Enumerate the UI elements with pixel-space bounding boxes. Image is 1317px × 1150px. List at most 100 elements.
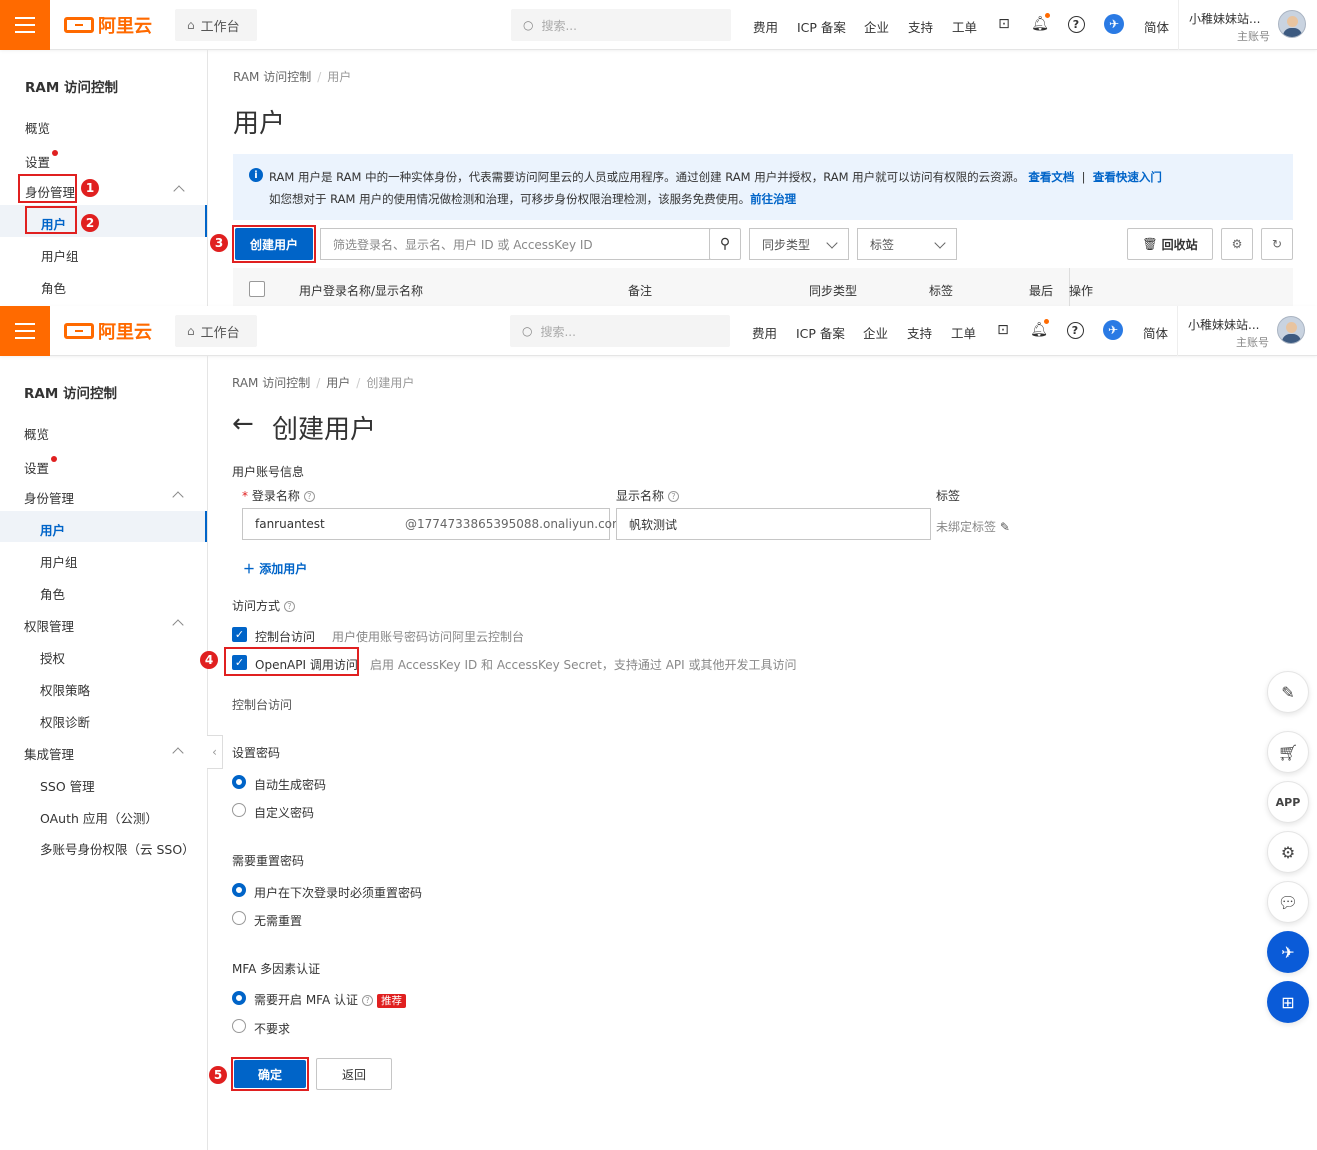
password-auto-label[interactable]: 自动生成密码	[254, 776, 326, 793]
menu-icon[interactable]	[0, 0, 50, 50]
breadcrumb-item[interactable]: RAM 访问控制	[233, 70, 311, 84]
sidebar-item-integration[interactable]: 集成管理	[24, 744, 74, 763]
sidebar-item-overview[interactable]: 概览	[25, 118, 50, 137]
plane-icon[interactable]: ✈	[1103, 320, 1123, 340]
nav-icp[interactable]: ICP 备案	[796, 323, 845, 342]
menu-icon[interactable]	[0, 306, 50, 356]
app-icon[interactable]: APP	[1267, 781, 1309, 823]
sidebar-item-roles[interactable]: 角色	[41, 278, 66, 297]
password-custom-label[interactable]: 自定义密码	[254, 804, 314, 821]
sync-type-select[interactable]: 同步类型	[749, 228, 849, 260]
mfa-yes-radio[interactable]	[232, 991, 246, 1005]
help-icon[interactable]: ?	[284, 601, 296, 612]
gear-icon[interactable]: ⚙	[1267, 831, 1309, 873]
select-all-checkbox[interactable]	[249, 281, 265, 297]
login-name-input[interactable]: fanruantest @1774733865395088.onaliyun.c…	[242, 508, 624, 540]
recycle-bin-button[interactable]: 🗑︎ 回收站	[1127, 228, 1213, 260]
back-button[interactable]: 返回	[316, 1058, 392, 1090]
help-icon[interactable]: ?	[668, 491, 680, 502]
user-menu[interactable]: 小稚妹妹站... 主账号	[1177, 306, 1316, 356]
search-icon: ○	[523, 18, 534, 32]
reset-no-radio[interactable]	[232, 911, 246, 925]
workbench-button[interactable]: ⌂ 工作台	[175, 315, 257, 347]
annotation-box-2	[25, 206, 77, 234]
aliyun-logo[interactable]: 阿里云	[64, 14, 152, 37]
chat-icon[interactable]: 💬︎	[1267, 881, 1309, 923]
password-auto-radio[interactable]	[232, 775, 246, 789]
sidebar-item-diagnose[interactable]: 权限诊断	[40, 712, 90, 731]
governance-link[interactable]: 前往治理	[750, 192, 796, 206]
help-icon[interactable]: ?	[1065, 320, 1085, 340]
sidebar-item-policy[interactable]: 权限策略	[40, 680, 90, 699]
nav-ticket[interactable]: 工单	[951, 323, 976, 342]
nav-support[interactable]: 支持	[907, 323, 932, 342]
lang-switch[interactable]: 简体	[1143, 323, 1168, 342]
user-menu[interactable]: 小稚妹妹站... 主账号	[1178, 0, 1317, 50]
nav-enterprise[interactable]: 企业	[864, 17, 889, 36]
nav-icp[interactable]: ICP 备案	[797, 17, 846, 36]
reset-yes-label[interactable]: 用户在下次登录时必须重置密码	[254, 884, 422, 901]
user-table-header: 用户登录名称/显示名称 备注 同步类型 标签 最后 操作	[233, 268, 1293, 306]
sidebar-item-oauth[interactable]: OAuth 应用（公测）	[40, 808, 158, 827]
filter-search-icon[interactable]: ⚲	[709, 228, 741, 260]
edit-float-icon[interactable]: ✎	[1267, 671, 1309, 713]
nav-fees[interactable]: 费用	[753, 17, 778, 36]
reset-no-label[interactable]: 无需重置	[254, 912, 302, 929]
sidebar-item-sso[interactable]: SSO 管理	[40, 776, 95, 795]
nav-fees[interactable]: 费用	[752, 323, 777, 342]
sidebar-item-roles[interactable]: 角色	[40, 584, 65, 603]
console-section-label: 控制台访问	[232, 698, 293, 712]
password-custom-radio[interactable]	[232, 803, 246, 817]
terminal-icon[interactable]: ⊡	[993, 320, 1013, 340]
workbench-button[interactable]: ⌂ 工作台	[175, 9, 257, 41]
sidebar-item-groups[interactable]: 用户组	[41, 246, 79, 265]
nav-enterprise[interactable]: 企业	[863, 323, 888, 342]
help-icon[interactable]: ?	[362, 995, 373, 1006]
sidebar-item-users[interactable]: 用户	[40, 520, 65, 539]
console-access-checkbox[interactable]: ✓	[232, 627, 247, 642]
avatar	[1277, 316, 1305, 344]
aliyun-logo[interactable]: 阿里云	[64, 320, 152, 343]
quickstart-link[interactable]: 查看快速入门	[1093, 170, 1162, 184]
cart-icon[interactable]: 🛒︎	[1267, 731, 1309, 773]
mfa-yes-label[interactable]: 需要开启 MFA 认证? 推荐	[254, 991, 406, 1008]
sidebar-item-settings[interactable]: 设置	[25, 152, 50, 171]
page-title: 用户	[233, 109, 286, 139]
assistant-plane-icon[interactable]: ✈	[1267, 931, 1309, 973]
sidebar-item-cloudsso[interactable]: 多账号身份权限（云 SSO）	[40, 839, 195, 858]
help-icon[interactable]: ?	[303, 491, 315, 502]
sidebar-item-grant[interactable]: 授权	[40, 648, 65, 667]
user-filter-input[interactable]: 筛选登录名、显示名、用户 ID 或 AccessKey ID	[320, 228, 710, 260]
access-mode-label: 访问方式?	[232, 597, 296, 614]
sidebar-collapse-button[interactable]: ‹	[207, 735, 223, 769]
sidebar-item-groups[interactable]: 用户组	[40, 552, 78, 571]
breadcrumb-item[interactable]: RAM 访问控制	[232, 376, 310, 390]
doc-link[interactable]: 查看文档	[1028, 170, 1074, 184]
sidebar-item-overview[interactable]: 概览	[24, 424, 49, 443]
apps-grid-icon[interactable]: ⊞	[1267, 981, 1309, 1023]
back-arrow-icon[interactable]: ←	[232, 409, 254, 439]
sidebar-item-permission[interactable]: 权限管理	[24, 616, 74, 635]
sidebar-item-settings[interactable]: 设置	[24, 458, 49, 477]
display-name-input[interactable]: 帆软测试	[616, 508, 931, 540]
search-input[interactable]: ○ 搜索...	[510, 315, 730, 347]
nav-support[interactable]: 支持	[908, 17, 933, 36]
settings-icon[interactable]: ⚙	[1221, 228, 1253, 260]
nav-ticket[interactable]: 工单	[952, 17, 977, 36]
console-access-label[interactable]: 控制台访问	[255, 628, 315, 645]
refresh-icon[interactable]: ↻	[1261, 228, 1293, 260]
tag-select[interactable]: 标签	[857, 228, 957, 260]
search-input[interactable]: ○ 搜索...	[511, 9, 731, 41]
help-icon[interactable]: ?	[1066, 14, 1086, 34]
reset-yes-radio[interactable]	[232, 883, 246, 897]
terminal-icon[interactable]: ⊡	[994, 14, 1014, 34]
sidebar-item-identity[interactable]: 身份管理	[24, 488, 74, 507]
add-user-button[interactable]: ＋ 添加用户	[243, 560, 307, 577]
plane-icon[interactable]: ✈	[1104, 14, 1124, 34]
mfa-no-label[interactable]: 不要求	[254, 1020, 290, 1037]
mfa-no-radio[interactable]	[232, 1019, 246, 1033]
lang-switch[interactable]: 简体	[1144, 17, 1169, 36]
column-header: 备注	[628, 284, 653, 298]
breadcrumb-item[interactable]: 用户	[326, 376, 350, 390]
tag-value[interactable]: 未绑定标签 ✎	[936, 518, 1010, 535]
